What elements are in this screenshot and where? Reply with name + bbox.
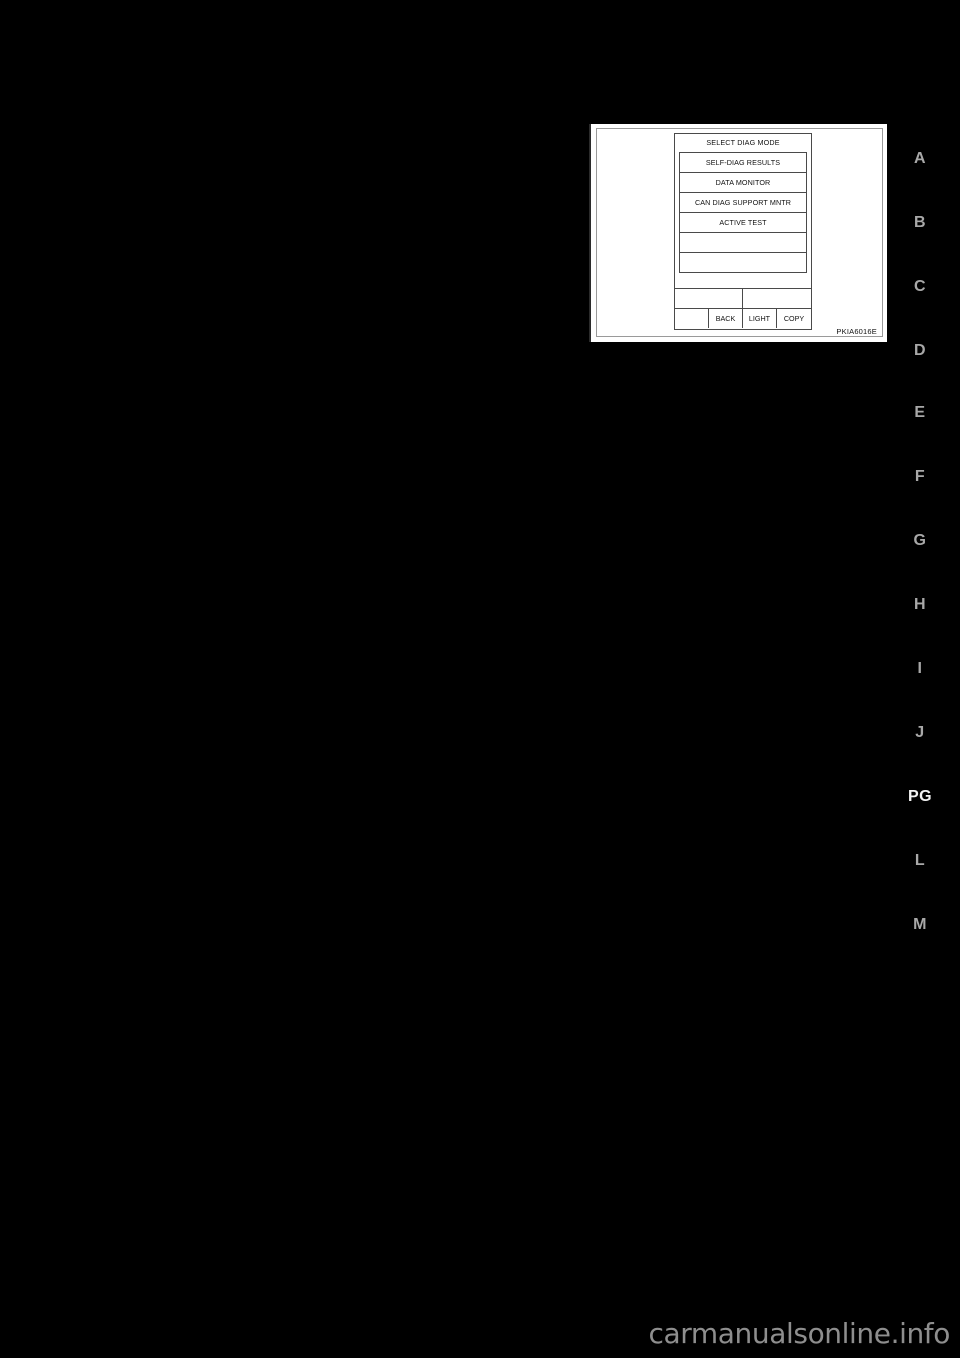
section-letter-g[interactable]: G	[896, 532, 944, 550]
section-letter-h[interactable]: H	[896, 596, 944, 614]
menu-item-self-diag-results[interactable]: SELF-DIAG RESULTS	[680, 153, 806, 173]
section-letter-b[interactable]: B	[896, 214, 944, 232]
soft-key-upper-2[interactable]	[743, 289, 811, 308]
soft-key-row-upper	[675, 288, 811, 308]
soft-key-copy[interactable]: COPY	[777, 309, 811, 328]
menu-item-empty-1[interactable]	[680, 233, 806, 253]
section-letter-a[interactable]: A	[896, 150, 944, 168]
section-letter-j[interactable]: J	[896, 724, 944, 742]
consult-device-screen: SELECT DIAG MODE SELF-DIAG RESULTS DATA …	[674, 133, 812, 330]
site-watermark: carmanualsonline.info	[648, 1317, 951, 1350]
diag-mode-menu: SELF-DIAG RESULTS DATA MONITOR CAN DIAG …	[679, 152, 807, 273]
section-letter-d[interactable]: D	[896, 342, 944, 360]
menu-item-empty-2[interactable]	[680, 253, 806, 273]
soft-key-blank[interactable]	[675, 309, 709, 328]
soft-key-upper-1[interactable]	[675, 289, 743, 308]
soft-key-light[interactable]: LIGHT	[743, 309, 777, 328]
soft-key-back[interactable]: BACK	[709, 309, 743, 328]
menu-item-active-test[interactable]: ACTIVE TEST	[680, 213, 806, 233]
section-letter-m[interactable]: M	[896, 916, 944, 934]
screen-spacer	[675, 273, 811, 288]
menu-item-data-monitor[interactable]: DATA MONITOR	[680, 173, 806, 193]
section-letter-e[interactable]: E	[896, 404, 944, 422]
figure-id-caption: PKIA6016E	[836, 327, 877, 336]
section-letter-pg[interactable]: PG	[896, 788, 944, 806]
section-letter-f[interactable]: F	[896, 468, 944, 486]
soft-key-row-lower: BACK LIGHT COPY	[675, 308, 811, 328]
screen-title: SELECT DIAG MODE	[706, 138, 780, 147]
section-index-rail: A B C D E F G H I J PG L M	[896, 140, 944, 950]
figure-illustration: SELECT DIAG MODE SELF-DIAG RESULTS DATA …	[589, 124, 887, 342]
section-letter-i[interactable]: I	[896, 660, 944, 678]
section-letter-c[interactable]: C	[896, 278, 944, 296]
menu-item-can-diag-support-mntr[interactable]: CAN DIAG SUPPORT MNTR	[680, 193, 806, 213]
section-letter-l[interactable]: L	[896, 852, 944, 870]
